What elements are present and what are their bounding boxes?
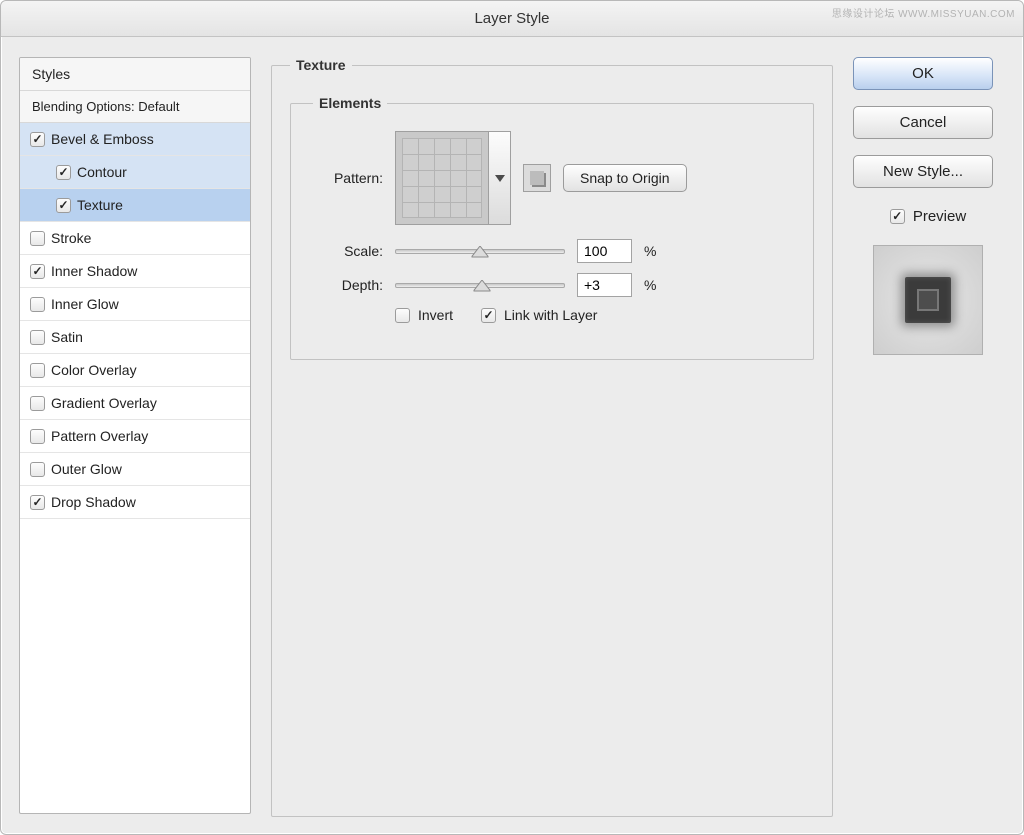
scale-label: Scale: [313,243,383,259]
invert-checkbox[interactable] [395,308,410,323]
preview-swatch [873,245,983,355]
right-button-column: OK Cancel New Style... Preview [853,57,1003,814]
depth-slider[interactable] [395,275,565,295]
pattern-dropdown-button[interactable] [489,131,511,225]
style-row[interactable]: Bevel & Emboss [20,123,250,156]
style-row[interactable]: Texture [20,189,250,222]
style-row[interactable]: Pattern Overlay [20,420,250,453]
preview-label: Preview [913,208,966,225]
style-row[interactable]: Drop Shadow [20,486,250,519]
pattern-picker[interactable] [395,131,511,225]
depth-unit: % [644,277,656,293]
depth-input[interactable] [577,273,632,297]
style-label: Color Overlay [51,362,137,378]
scale-unit: % [644,243,656,259]
style-row[interactable]: Outer Glow [20,453,250,486]
style-checkbox[interactable] [30,330,45,345]
style-checkbox[interactable] [56,198,71,213]
dialog-content: Styles Blending Options: Default Bevel &… [1,37,1023,834]
style-checkbox[interactable] [30,132,45,147]
ok-button[interactable]: OK [853,57,993,90]
style-checkbox[interactable] [30,462,45,477]
cancel-button[interactable]: Cancel [853,106,993,139]
style-checkbox[interactable] [30,297,45,312]
slider-thumb-icon[interactable] [473,280,490,294]
elements-fieldset: Elements Pattern: [290,95,814,360]
styles-panel: Styles Blending Options: Default Bevel &… [19,57,251,814]
link-with-layer-checkbox[interactable] [481,308,496,323]
preview-checkbox[interactable] [890,209,905,224]
style-label: Pattern Overlay [51,428,148,444]
style-checkbox[interactable] [30,495,45,510]
style-row[interactable]: Color Overlay [20,354,250,387]
link-with-layer-label: Link with Layer [504,307,597,323]
depth-row: Depth: % [313,273,791,297]
styles-header[interactable]: Styles [20,58,250,91]
invert-label: Invert [418,307,453,323]
style-checkbox[interactable] [30,231,45,246]
style-label: Bevel & Emboss [51,131,154,147]
snap-to-origin-button[interactable]: Snap to Origin [563,164,687,192]
style-checkbox[interactable] [30,264,45,279]
texture-checks-row: Invert Link with Layer [395,307,791,323]
pattern-row: Pattern: [313,131,791,225]
style-label: Inner Shadow [51,263,137,279]
center-panel: Texture Elements Pattern: [271,57,833,814]
style-label: Texture [77,197,123,213]
new-style-button[interactable]: New Style... [853,155,993,188]
style-label: Inner Glow [51,296,119,312]
style-checkbox[interactable] [30,363,45,378]
preview-object-icon [905,277,951,323]
style-label: Satin [51,329,83,345]
watermark-text: 思缘设计论坛 WWW.MISSYUAN.COM [832,5,1015,20]
chevron-down-icon [495,171,505,186]
style-row[interactable]: Contour [20,156,250,189]
pattern-swatch[interactable] [395,131,489,225]
style-row[interactable]: Gradient Overlay [20,387,250,420]
depth-label: Depth: [313,277,383,293]
scale-input[interactable] [577,239,632,263]
style-label: Contour [77,164,127,180]
layer-style-dialog: 思缘设计论坛 WWW.MISSYUAN.COM Layer Style Styl… [0,0,1024,835]
preset-icon [530,171,544,185]
style-row[interactable]: Satin [20,321,250,354]
link-with-layer-row[interactable]: Link with Layer [481,307,597,323]
style-row[interactable]: Inner Glow [20,288,250,321]
elements-legend: Elements [313,95,387,111]
slider-thumb-icon[interactable] [472,246,489,260]
scale-row: Scale: % [313,239,791,263]
texture-fieldset: Texture Elements Pattern: [271,57,833,817]
style-label: Stroke [51,230,91,246]
style-checkbox[interactable] [30,429,45,444]
new-preset-button[interactable] [523,164,551,192]
invert-checkbox-row[interactable]: Invert [395,307,453,323]
style-row[interactable]: Inner Shadow [20,255,250,288]
style-label: Gradient Overlay [51,395,157,411]
style-label: Outer Glow [51,461,122,477]
texture-legend: Texture [290,57,352,73]
blending-options-row[interactable]: Blending Options: Default [20,91,250,123]
style-checkbox[interactable] [30,396,45,411]
style-row[interactable]: Stroke [20,222,250,255]
styles-list: Bevel & Emboss Contour Texture Stroke Inner … [20,123,250,519]
pattern-label: Pattern: [313,170,383,186]
style-checkbox[interactable] [56,165,71,180]
style-label: Drop Shadow [51,494,136,510]
preview-checkbox-row[interactable]: Preview [853,208,1003,225]
pattern-swatch-grid [402,138,482,218]
scale-slider[interactable] [395,241,565,261]
